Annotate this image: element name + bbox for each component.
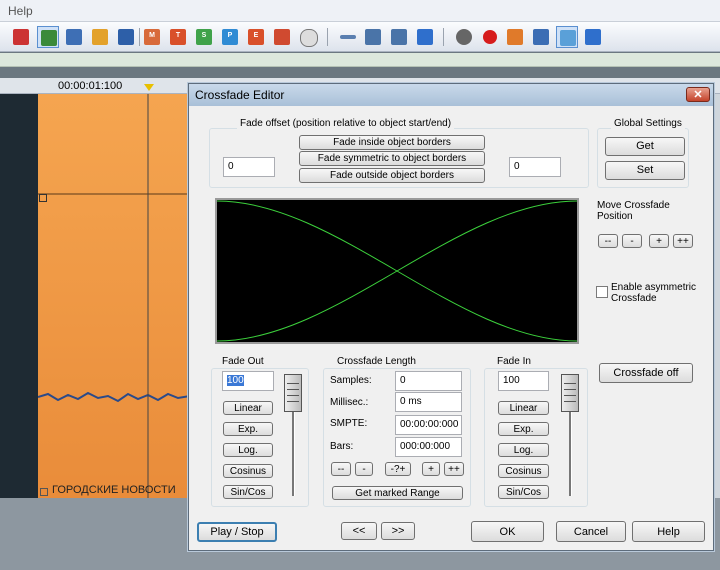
play-stop-button[interactable]: Play / Stop	[197, 522, 277, 542]
previous-button[interactable]: <<	[341, 522, 377, 540]
samples-input[interactable]: 0	[395, 371, 462, 391]
bars-label: Bars:	[330, 441, 354, 452]
fade-offset-label: Fade offset (position relative to object…	[237, 118, 455, 129]
fade-offset-right-input[interactable]: 0	[509, 157, 561, 177]
fade-out-sincos-button[interactable]: Sin/Cos	[223, 485, 273, 499]
smpte-input[interactable]: 00:00:00:000	[395, 415, 462, 435]
play-record-icon[interactable]	[582, 26, 604, 48]
list-icon[interactable]	[89, 26, 111, 48]
cancel-button[interactable]: Cancel	[556, 521, 626, 542]
fade-in-cosinus-button[interactable]: Cosinus	[498, 464, 549, 478]
fade-out-linear-button[interactable]: Linear	[223, 401, 273, 415]
crossfade-off-button[interactable]: Crossfade off	[599, 363, 693, 383]
track-header	[0, 94, 38, 498]
grid-icon[interactable]	[556, 26, 578, 48]
stop-square-icon[interactable]	[414, 26, 436, 48]
bars-input[interactable]: 000:00:000	[395, 437, 462, 457]
crossfade-curve-display[interactable]	[215, 198, 579, 344]
object-handle[interactable]	[39, 194, 47, 202]
fade-outside-button[interactable]: Fade outside object borders	[299, 168, 485, 183]
fade-symmetric-button[interactable]: Fade symmetric to object borders	[299, 151, 485, 166]
marker-t-icon[interactable]: T	[167, 26, 189, 48]
length-fast-increase-button[interactable]: ++	[444, 462, 464, 476]
move-right-button[interactable]: +	[649, 234, 669, 248]
length-fast-decrease-button[interactable]: --	[331, 462, 351, 476]
toolbar: M T S P E	[0, 22, 720, 52]
tracks-icon[interactable]	[115, 26, 137, 48]
next-button[interactable]: >>	[381, 522, 415, 540]
fade-out-log-button[interactable]: Log.	[223, 443, 273, 457]
object-name: ГОРОДСКИЕ НОВОСТИ	[52, 484, 176, 496]
length-increase-button[interactable]: +	[422, 462, 440, 476]
fade-in-log-button[interactable]: Log.	[498, 443, 549, 457]
global-settings-label: Global Settings	[611, 118, 685, 129]
marker-s-icon[interactable]: S	[193, 26, 215, 48]
dialog-title: Crossfade Editor	[195, 88, 285, 102]
fade-inside-button[interactable]: Fade inside object borders	[299, 135, 485, 150]
crossfade-length-label: Crossfade Length	[334, 356, 419, 367]
auto-icon[interactable]	[271, 26, 293, 48]
close-icon[interactable]: ✕	[686, 87, 710, 102]
fade-out-slider-thumb[interactable]	[284, 374, 302, 412]
ruler-strip	[0, 53, 720, 67]
effects-icon[interactable]	[504, 26, 526, 48]
zoom-range-icon[interactable]	[388, 26, 410, 48]
fade-in-slider-thumb[interactable]	[561, 374, 579, 412]
audio-object[interactable]	[38, 94, 190, 498]
move-fast-right-button[interactable]: ++	[673, 234, 693, 248]
length-center-button[interactable]: -?+	[385, 462, 411, 476]
ok-button[interactable]: OK	[471, 521, 544, 542]
fade-out-value: 100	[227, 375, 244, 386]
get-marked-range-button[interactable]: Get marked Range	[332, 486, 463, 500]
length-decrease-button[interactable]: -	[355, 462, 373, 476]
samples-label: Samples:	[330, 375, 372, 386]
loop-icon[interactable]	[362, 26, 384, 48]
trim-icon[interactable]	[337, 26, 359, 48]
fade-in-value-input[interactable]: 100	[498, 371, 549, 391]
fade-in-curve	[217, 200, 577, 342]
cd-icon[interactable]	[297, 26, 319, 48]
move-crossfade-label: Move Crossfade Position	[597, 200, 670, 222]
fade-offset-left-input[interactable]: 0	[223, 157, 275, 177]
move-fast-left-button[interactable]: --	[598, 234, 618, 248]
playhead-marker-icon[interactable]	[144, 84, 154, 91]
waveform-edge	[714, 94, 720, 498]
menu-bar: Help	[0, 0, 720, 22]
mix-icon[interactable]	[63, 26, 85, 48]
fade-in-label: Fade In	[494, 356, 534, 367]
fade-in-exp-button[interactable]: Exp.	[498, 422, 549, 436]
fade-out-value-input[interactable]: 100	[222, 371, 274, 391]
marker-m-icon[interactable]: M	[141, 26, 163, 48]
marker-e-icon[interactable]: E	[245, 26, 267, 48]
fade-in-sincos-button[interactable]: Sin/Cos	[498, 485, 549, 499]
menu-help[interactable]: Help	[8, 4, 33, 18]
smpte-label: SMPTE:	[330, 418, 368, 429]
snap-icon[interactable]	[10, 26, 32, 48]
dialog-title-bar[interactable]: Crossfade Editor ✕	[189, 84, 713, 106]
ruler-time: 00:00:01:100	[58, 80, 123, 92]
record-icon[interactable]	[479, 26, 501, 48]
fade-out-exp-button[interactable]: Exp.	[223, 422, 273, 436]
asymmetric-label: Enable asymmetric Crossfade	[611, 282, 697, 304]
gear-icon[interactable]	[453, 26, 475, 48]
mixer-icon[interactable]	[530, 26, 552, 48]
global-set-button[interactable]: Set	[605, 161, 685, 180]
fade-in-linear-button[interactable]: Linear	[498, 401, 549, 415]
crossfade-editor-dialog: Crossfade Editor ✕ Fade offset (position…	[188, 83, 714, 551]
fade-out-label: Fade Out	[219, 356, 267, 367]
global-get-button[interactable]: Get	[605, 137, 685, 156]
help-button[interactable]: Help	[632, 521, 705, 542]
fade-out-cosinus-button[interactable]: Cosinus	[223, 464, 273, 478]
move-left-button[interactable]: -	[622, 234, 642, 248]
millisec-label: Millisec.:	[330, 397, 369, 408]
asymmetric-checkbox[interactable]	[596, 286, 608, 298]
marker-p-icon[interactable]: P	[219, 26, 241, 48]
millisec-input[interactable]: 0 ms	[395, 392, 462, 412]
object-handle[interactable]	[40, 488, 48, 496]
crossfade-icon[interactable]	[37, 26, 59, 48]
